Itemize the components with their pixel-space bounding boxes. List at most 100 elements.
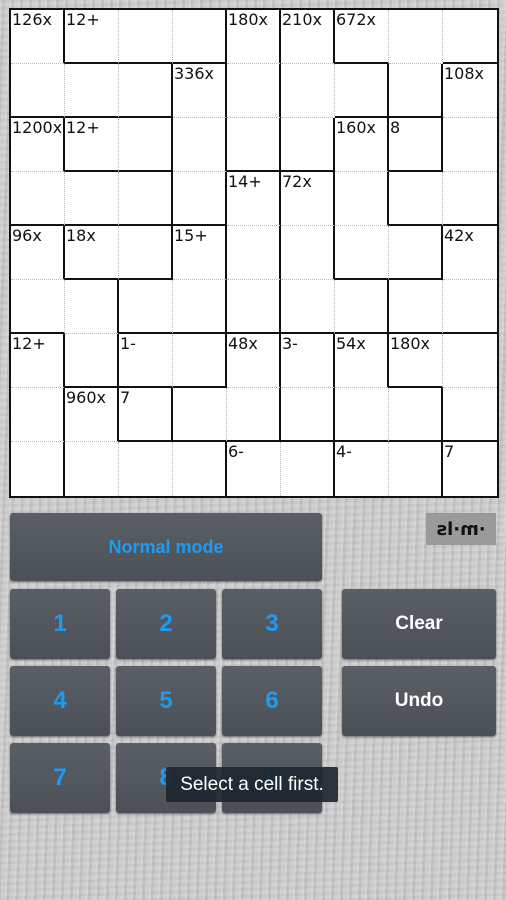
grid-cell[interactable]: 336x bbox=[173, 64, 227, 118]
clear-button[interactable]: Clear bbox=[342, 589, 496, 659]
grid-cell[interactable] bbox=[443, 172, 497, 226]
grid-cell[interactable]: 54x bbox=[335, 334, 389, 388]
grid-cell[interactable] bbox=[173, 388, 227, 442]
cage-clue: 12+ bbox=[12, 334, 46, 353]
grid-cell[interactable] bbox=[443, 280, 497, 334]
grid-cell[interactable] bbox=[65, 334, 119, 388]
grid-cell[interactable] bbox=[227, 226, 281, 280]
grid-cell[interactable]: 108x bbox=[443, 64, 497, 118]
grid-cell[interactable] bbox=[119, 10, 173, 64]
grid-cell[interactable] bbox=[281, 64, 335, 118]
digit-button-3[interactable]: 3 bbox=[222, 589, 322, 659]
grid-cell[interactable] bbox=[335, 172, 389, 226]
grid-cell[interactable] bbox=[443, 10, 497, 64]
grid-cell[interactable]: 3- bbox=[281, 334, 335, 388]
grid-cell[interactable] bbox=[11, 280, 65, 334]
grid-cell[interactable] bbox=[65, 442, 119, 496]
grid-cell[interactable]: 14+ bbox=[227, 172, 281, 226]
cage-clue: 14+ bbox=[228, 172, 262, 191]
cage-clue: 1200x bbox=[12, 118, 63, 137]
grid-cell[interactable] bbox=[119, 442, 173, 496]
grid-cell[interactable] bbox=[173, 442, 227, 496]
grid-cell[interactable] bbox=[11, 388, 65, 442]
grid-cell[interactable] bbox=[443, 334, 497, 388]
digit-button-6[interactable]: 6 bbox=[222, 666, 322, 736]
grid-cell[interactable]: 96x bbox=[11, 226, 65, 280]
grid-cell[interactable] bbox=[389, 172, 443, 226]
grid-cell[interactable] bbox=[173, 118, 227, 172]
grid-cell[interactable]: 12+ bbox=[65, 10, 119, 64]
grid-cell[interactable] bbox=[281, 388, 335, 442]
cage-clue: 1- bbox=[120, 334, 136, 353]
grid-cell[interactable]: 180x bbox=[227, 10, 281, 64]
grid-cell[interactable]: 1- bbox=[119, 334, 173, 388]
grid-cell[interactable]: 672x bbox=[335, 10, 389, 64]
grid-cell[interactable]: 160x bbox=[335, 118, 389, 172]
timer-text: ·m·ls bbox=[436, 518, 486, 540]
grid-cell[interactable] bbox=[335, 64, 389, 118]
grid-cell[interactable] bbox=[389, 10, 443, 64]
grid-cell[interactable]: 7 bbox=[443, 442, 497, 496]
digit-button-4[interactable]: 4 bbox=[10, 666, 110, 736]
mode-toggle-button[interactable]: Normal mode bbox=[10, 513, 322, 581]
grid-cell[interactable] bbox=[389, 64, 443, 118]
grid-cell[interactable]: 15+ bbox=[173, 226, 227, 280]
grid-cell[interactable] bbox=[389, 442, 443, 496]
grid-cell[interactable] bbox=[119, 118, 173, 172]
grid-cell[interactable]: 72x bbox=[281, 172, 335, 226]
grid-cell[interactable]: 18x bbox=[65, 226, 119, 280]
grid-cell[interactable] bbox=[65, 64, 119, 118]
grid-cell[interactable] bbox=[173, 334, 227, 388]
grid-cell[interactable]: 1200x bbox=[11, 118, 65, 172]
grid-cell[interactable] bbox=[11, 442, 65, 496]
grid-cell[interactable] bbox=[65, 280, 119, 334]
grid-cell[interactable] bbox=[281, 118, 335, 172]
grid-cell[interactable] bbox=[119, 172, 173, 226]
grid-cell[interactable] bbox=[281, 442, 335, 496]
grid-cell[interactable] bbox=[119, 226, 173, 280]
grid-cell[interactable] bbox=[65, 172, 119, 226]
grid-cell[interactable] bbox=[11, 172, 65, 226]
grid-cell[interactable] bbox=[119, 280, 173, 334]
cage-clue: 7 bbox=[444, 442, 455, 461]
grid-cell[interactable]: 6- bbox=[227, 442, 281, 496]
digit-label: 2 bbox=[159, 610, 173, 637]
grid-cell[interactable] bbox=[119, 64, 173, 118]
grid-cell[interactable] bbox=[281, 280, 335, 334]
grid-cell[interactable] bbox=[227, 64, 281, 118]
grid-cell[interactable]: 12+ bbox=[65, 118, 119, 172]
grid-cell[interactable]: 8 bbox=[389, 118, 443, 172]
grid-cell[interactable]: 4- bbox=[335, 442, 389, 496]
cage-clue: 54x bbox=[336, 334, 366, 353]
digit-button-5[interactable]: 5 bbox=[116, 666, 216, 736]
grid-cell[interactable] bbox=[443, 388, 497, 442]
grid-cell[interactable]: 12+ bbox=[11, 334, 65, 388]
grid-cell[interactable] bbox=[173, 10, 227, 64]
grid-cell[interactable] bbox=[173, 280, 227, 334]
grid-cell[interactable]: 960x bbox=[65, 388, 119, 442]
grid-cell[interactable]: 210x bbox=[281, 10, 335, 64]
grid-cell[interactable] bbox=[443, 118, 497, 172]
grid-cell[interactable]: 180x bbox=[389, 334, 443, 388]
grid-cell[interactable]: 126x bbox=[11, 10, 65, 64]
grid-cell[interactable] bbox=[11, 64, 65, 118]
grid-cell[interactable] bbox=[389, 226, 443, 280]
grid-cell[interactable]: 7 bbox=[119, 388, 173, 442]
grid-cell[interactable] bbox=[227, 388, 281, 442]
grid-cell[interactable] bbox=[227, 280, 281, 334]
cage-clue: 180x bbox=[228, 10, 269, 29]
grid-cell[interactable] bbox=[335, 226, 389, 280]
grid-cell[interactable] bbox=[389, 280, 443, 334]
grid-cell[interactable] bbox=[335, 388, 389, 442]
grid-cell[interactable] bbox=[281, 226, 335, 280]
undo-button[interactable]: Undo bbox=[342, 666, 496, 736]
grid-cell[interactable] bbox=[227, 118, 281, 172]
digit-button-2[interactable]: 2 bbox=[116, 589, 216, 659]
digit-button-7[interactable]: 7 bbox=[10, 743, 110, 813]
grid-cell[interactable] bbox=[335, 280, 389, 334]
digit-button-1[interactable]: 1 bbox=[10, 589, 110, 659]
grid-cell[interactable]: 48x bbox=[227, 334, 281, 388]
grid-cell[interactable] bbox=[389, 388, 443, 442]
grid-cell[interactable]: 42x bbox=[443, 226, 497, 280]
grid-cell[interactable] bbox=[173, 172, 227, 226]
